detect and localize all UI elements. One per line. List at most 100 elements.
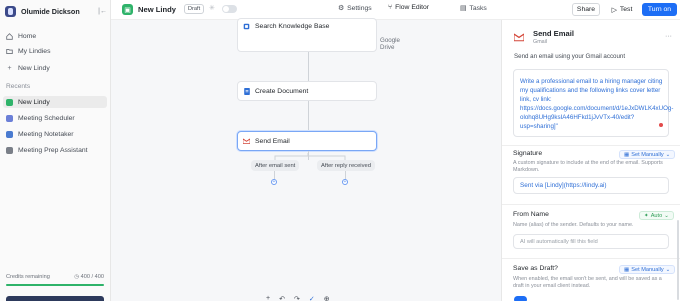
flow-canvas[interactable]: Search Knowledge Base Google Drive Creat… — [111, 18, 501, 301]
save-draft-label: Save as Draft? — [513, 265, 558, 272]
panel-subtitle: Gmail — [533, 39, 548, 45]
mode-label: Auto — [650, 212, 663, 219]
from-name-placeholder: AI will automatically fill this field — [520, 238, 598, 245]
signature-field[interactable]: Sent via [Lindy](https://lindy.ai) — [513, 177, 669, 194]
tab-tasks[interactable]: ▤ Tasks — [460, 4, 487, 13]
share-button[interactable]: Share — [572, 3, 600, 16]
from-name-mode-select[interactable]: ✦ Auto ⌄ — [639, 211, 674, 220]
recent-item-label: New Lindy — [18, 98, 50, 106]
knowledge-base-icon — [243, 23, 250, 30]
add-step-button[interactable]: + — [342, 179, 348, 185]
save-draft-help: When enabled, the email won't be sent, a… — [513, 276, 662, 289]
recent-item-meeting-scheduler[interactable]: Meeting Scheduler — [3, 112, 107, 124]
node-label: Search Knowledge Base — [255, 23, 330, 30]
credits-value: 400 / 400 — [80, 274, 104, 280]
sparkle-icon: ✦ — [644, 212, 649, 219]
tab-flow-editor[interactable]: ⑂ Flow Editor — [388, 4, 429, 11]
gmail-icon — [514, 33, 524, 42]
test-button[interactable]: ▷ Test — [606, 3, 638, 16]
save-draft-mode-select[interactable]: ▦ Set Manually ⌄ — [619, 265, 676, 274]
tasks-icon: ▤ — [460, 5, 467, 12]
gmail-icon — [243, 138, 250, 145]
add-step-button[interactable]: + — [271, 179, 277, 185]
node-search-knowledge-base[interactable]: Search Knowledge Base Google Drive — [237, 18, 400, 52]
panel-scrollbar[interactable] — [677, 220, 679, 300]
fit-view-icon[interactable]: ⊕ — [324, 295, 330, 301]
folder-icon — [6, 48, 13, 55]
flow-icon: ⑂ — [388, 4, 393, 11]
chevron-down-icon[interactable]: ⌄ — [172, 5, 177, 12]
calendar-app-icon — [6, 114, 13, 122]
topbar: ▣ New Lindy ⌄ Draft ✳ ⚙ Settings ⑂ Flow … — [111, 0, 680, 20]
panel-title: Send Email — [533, 29, 574, 38]
turn-on-button[interactable]: Turn on — [642, 3, 677, 16]
step-settings-panel: Send Email Gmail ··· Send an email using… — [501, 20, 680, 301]
mode-label: Set Manually — [631, 151, 664, 158]
upgrade-button[interactable] — [6, 296, 104, 301]
credits-value-wrap: ◷ 400 / 400 — [74, 274, 104, 280]
sidebar-item-label: Home — [18, 32, 37, 40]
plus-icon: + — [7, 64, 12, 72]
branch-after-email-sent[interactable]: After email sent — [251, 160, 300, 171]
save-draft-toggle[interactable] — [514, 296, 527, 301]
branch-after-reply-received[interactable]: After reply received — [317, 160, 375, 171]
recent-item-label: Meeting Prep Assistant — [18, 146, 88, 154]
sidebar-item-my-lindies[interactable]: My Lindies — [3, 45, 107, 57]
more-options-icon[interactable]: ··· — [665, 33, 672, 40]
agent-title[interactable]: New Lindy — [138, 5, 176, 14]
app-root: Olumide Dickson |← Home My Lindies + New… — [0, 0, 680, 301]
check-icon[interactable]: ✓ — [309, 295, 315, 301]
collapse-sidebar-icon[interactable]: |← — [98, 8, 107, 15]
mode-label: Set Manually — [631, 266, 664, 273]
tab-label: Tasks — [469, 4, 487, 12]
sidebar: Olumide Dickson |← Home My Lindies + New… — [0, 0, 111, 301]
add-icon[interactable]: + — [266, 295, 270, 301]
calendar-icon: ▦ — [624, 266, 630, 273]
notetaker-app-icon — [6, 130, 13, 138]
chevron-down-icon: ⌄ — [664, 212, 669, 219]
sparkle-icon[interactable]: ✳ — [209, 4, 215, 12]
status-badge: Draft — [184, 4, 205, 14]
home-icon — [6, 32, 13, 40]
credits-row: Credits remaining ◷ 400 / 400 — [6, 274, 104, 280]
recent-item-new-lindy[interactable]: New Lindy — [3, 96, 107, 108]
sidebar-item-label: New Lindy — [18, 64, 50, 72]
sidebar-item-new-lindy[interactable]: + New Lindy — [3, 62, 107, 74]
from-name-field[interactable]: AI will automatically fill this field — [513, 234, 669, 249]
sidebar-item-home[interactable]: Home — [3, 30, 107, 42]
signature-value[interactable]: Sent via [Lindy](https://lindy.ai) — [520, 182, 607, 189]
node-label: Send Email — [255, 137, 290, 145]
sidebar-header: Olumide Dickson |← — [5, 4, 107, 18]
prompt-text[interactable]: Write a professional email to a hiring m… — [520, 77, 673, 131]
lindy-app-icon — [6, 98, 13, 106]
node-create-document[interactable]: Create Document — [237, 81, 377, 101]
from-name-label: From Name — [513, 211, 549, 218]
node-send-email[interactable]: Send Email — [237, 131, 377, 151]
flow-edge — [308, 100, 309, 132]
lindy-app-icon: ▣ — [122, 4, 133, 15]
chevron-down-icon: ⌄ — [665, 266, 671, 273]
credits-clock-icon: ◷ — [74, 274, 80, 280]
redo-icon[interactable]: ↷ — [294, 295, 300, 301]
calendar-icon: ▦ — [624, 151, 630, 158]
canvas-toolbar: + ↶ ↷ ✓ ⊕ — [266, 295, 330, 301]
tab-settings[interactable]: ⚙ Settings — [338, 4, 372, 13]
recent-item-label: Meeting Scheduler — [18, 114, 75, 122]
credits-progress-fill — [6, 284, 104, 286]
credits-progress-bar — [6, 284, 104, 286]
divider — [502, 204, 680, 205]
prompt-textarea[interactable]: Write a professional email to a hiring m… — [513, 69, 673, 137]
flow-edge — [274, 171, 275, 179]
workspace-avatar[interactable] — [5, 5, 16, 17]
from-name-help: Name (alias) of the sender. Defaults to … — [513, 222, 634, 228]
signature-mode-select[interactable]: ▦ Set Manually ⌄ — [619, 150, 676, 159]
enable-toggle[interactable] — [222, 5, 237, 13]
divider — [502, 258, 680, 259]
signature-help: A custom signature to include at the end… — [513, 160, 663, 173]
user-name[interactable]: Olumide Dickson — [21, 7, 93, 16]
google-docs-icon — [243, 87, 250, 95]
recent-item-meeting-prep[interactable]: Meeting Prep Assistant — [3, 144, 107, 156]
credits-label: Credits remaining — [6, 274, 50, 280]
undo-icon[interactable]: ↶ — [279, 295, 285, 301]
recent-item-meeting-notetaker[interactable]: Meeting Notetaker — [3, 128, 107, 140]
